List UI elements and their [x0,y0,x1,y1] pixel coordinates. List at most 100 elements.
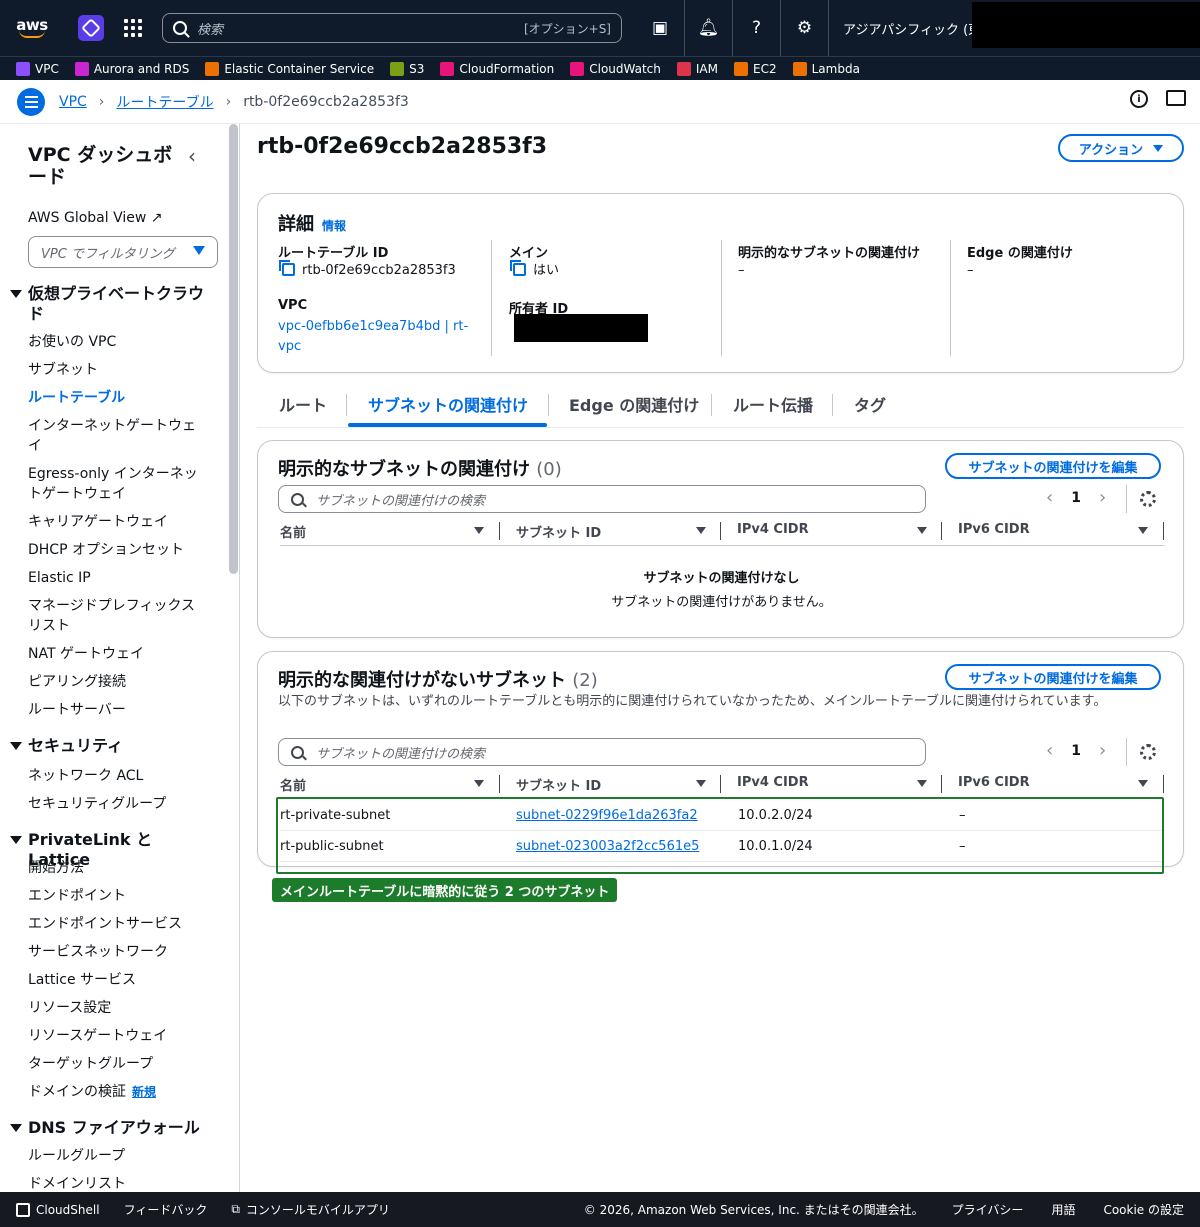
sidebar-item-internet-gateways[interactable]: インターネットゲートウェイ [28,416,203,456]
tab-route-propagation[interactable]: ルート伝播 [733,392,813,416]
favorite-cloudwatch[interactable]: CloudWatch [570,61,661,76]
implicit-search-input[interactable]: サブネットの関連付けの検索 [278,738,926,766]
column-header-name[interactable]: 名前 [280,522,306,541]
amazon-q-icon[interactable] [78,15,104,41]
sort-caret-icon[interactable] [1138,780,1148,787]
breadcrumb-vpc[interactable]: VPC [59,94,87,110]
sidebar-item-target-groups[interactable]: ターゲットグループ [28,1054,203,1074]
chevron-left-icon[interactable]: ‹ [1046,487,1053,508]
tab-edge-associations[interactable]: Edge の関連付け [569,392,699,416]
column-header-name[interactable]: 名前 [280,775,306,794]
notifications-bell-icon[interactable]: 🔔︎ [684,0,732,56]
actions-button[interactable]: アクション [1058,134,1184,162]
favorite-cloudformation[interactable]: CloudFormation [440,61,554,76]
breadcrumb-route-tables[interactable]: ルートテーブル [116,92,213,112]
sort-caret-icon[interactable] [696,527,706,534]
column-header-ipv4-cidr[interactable]: IPv4 CIDR [737,775,809,790]
favorite-lambda[interactable]: Lambda [792,61,860,76]
sidebar-section-security[interactable]: セキュリティ [10,736,210,756]
sidebar-item-resource-configs[interactable]: リソース設定 [28,998,203,1018]
sidebar-item-subnets[interactable]: サブネット [28,360,203,380]
column-resizer[interactable] [720,775,721,793]
sort-caret-icon[interactable] [1138,527,1148,534]
sidebar-item-resource-gateways[interactable]: リソースゲートウェイ [28,1026,203,1046]
sidebar-item-elastic-ip[interactable]: Elastic IP [28,568,203,588]
side-nav-menu-button[interactable] [17,87,45,116]
footer-feedback[interactable]: フィードバック [124,1201,208,1218]
page-number[interactable]: 1 [1071,743,1081,759]
sidebar-item-route-tables[interactable]: ルートテーブル [28,388,203,408]
sidebar-item-nat-gateways[interactable]: NAT ゲートウェイ [28,644,203,664]
edit-subnet-associations-button[interactable]: サブネットの関連付けを編集 [945,664,1161,690]
column-resizer[interactable] [499,522,500,540]
services-grid-icon[interactable] [124,19,142,37]
sidebar-item-domain-verification[interactable]: ドメインの検証 新規 [28,1082,203,1102]
sidebar-item-route-servers[interactable]: ルートサーバー [28,700,203,720]
settings-gear-icon[interactable]: ⚙ [780,0,828,56]
favorite-elastic-container-service[interactable]: Elastic Container Service [205,61,374,76]
collapse-sidebar-icon[interactable]: ‹ [188,144,196,168]
footer-mobile-app[interactable]: ⧉ コンソールモバイルアプリ [231,1201,390,1218]
favorite-ec2[interactable]: EC2 [734,61,777,76]
column-header-subnet-id[interactable]: サブネット ID [516,522,601,541]
chevron-right-icon[interactable]: › [1099,740,1106,761]
vpc-link[interactable]: vpc-0efbb6e1c9ea7b4bd | rt-vpc [278,317,478,357]
sidebar-item-peering[interactable]: ピアリング接続 [28,672,203,692]
sidebar-item-lattice-services[interactable]: Lattice サービス [28,970,203,990]
footer-privacy-link[interactable]: プライバシー [952,1201,1024,1218]
edit-subnet-associations-button[interactable]: サブネットの関連付けを編集 [945,453,1161,479]
column-resizer[interactable] [499,775,500,793]
favorite-aurora-and-rds[interactable]: Aurora and RDS [74,61,189,76]
column-header-ipv4-cidr[interactable]: IPv4 CIDR [737,522,809,537]
sort-caret-icon[interactable] [696,780,706,787]
column-header-ipv6-cidr[interactable]: IPv6 CIDR [958,522,1030,537]
tab-tags[interactable]: タグ [854,392,886,416]
column-resizer[interactable] [941,522,942,540]
explicit-search-input[interactable]: サブネットの関連付けの検索 [278,485,926,513]
feedback-screen-icon[interactable] [1166,90,1186,106]
favorite-s3[interactable]: S3 [390,61,424,76]
info-panel-icon[interactable]: i [1130,90,1148,108]
column-resizer[interactable] [1163,522,1164,540]
sidebar-item-endpoint-services[interactable]: エンドポイントサービス [28,914,203,934]
sidebar-item-service-networks[interactable]: サービスネットワーク [28,942,203,962]
sidebar-item-carrier-gateways[interactable]: キャリアゲートウェイ [28,512,203,532]
column-resizer[interactable] [1163,775,1164,793]
sidebar-scrollbar[interactable] [229,124,238,574]
column-header-subnet-id[interactable]: サブネット ID [516,775,601,794]
sidebar-item-network-acl[interactable]: ネットワーク ACL [28,766,203,786]
sidebar-title[interactable]: VPC ダッシュボード [28,144,178,188]
footer-cloudshell[interactable]: CloudShell [16,1202,100,1217]
sort-caret-icon[interactable] [917,527,927,534]
sidebar-item-prefix-lists[interactable]: マネージドプレフィックスリスト [28,596,203,636]
sidebar-section-dns-firewall[interactable]: DNS ファイアウォール [10,1118,210,1138]
preferences-gear-icon[interactable] [1140,744,1156,760]
copy-icon[interactable] [279,260,295,276]
global-search-input[interactable]: 検索 [オプション+S] [162,13,622,43]
vpc-filter-select[interactable]: VPC でフィルタリング [28,236,218,268]
aws-logo[interactable]: aws [6,0,58,56]
sidebar-item-domain-lists[interactable]: ドメインリスト [28,1174,203,1192]
column-resizer[interactable] [720,522,721,540]
favorite-iam[interactable]: IAM [676,61,718,76]
sidebar-item-security-groups[interactable]: セキュリティグループ [28,794,203,814]
sidebar-global-view-link[interactable]: AWS Global View ↗ [28,210,163,226]
footer-cookie-settings-link[interactable]: Cookie の設定 [1103,1201,1184,1218]
tab-subnet-associations[interactable]: サブネットの関連付け [368,392,528,416]
chevron-right-icon[interactable]: › [1099,487,1106,508]
column-resizer[interactable] [941,775,942,793]
footer-terms-link[interactable]: 用語 [1051,1201,1075,1218]
preferences-gear-icon[interactable] [1140,491,1156,507]
column-header-ipv6-cidr[interactable]: IPv6 CIDR [958,775,1030,790]
sidebar-item-your-vpcs[interactable]: お使いの VPC [28,332,203,352]
help-icon[interactable]: ? [732,0,780,56]
cloudshell-icon[interactable]: ▣ [636,0,684,56]
sidebar-item-dhcp-options[interactable]: DHCP オプションセット [28,540,203,560]
sort-caret-icon[interactable] [917,780,927,787]
sidebar-item-getting-started[interactable]: 開始方法 [28,858,203,878]
chevron-left-icon[interactable]: ‹ [1046,740,1053,761]
sort-caret-icon[interactable] [474,527,484,534]
sidebar-item-rule-groups[interactable]: ルールグループ [28,1146,203,1166]
page-number[interactable]: 1 [1071,490,1081,506]
copy-icon[interactable] [510,260,526,276]
